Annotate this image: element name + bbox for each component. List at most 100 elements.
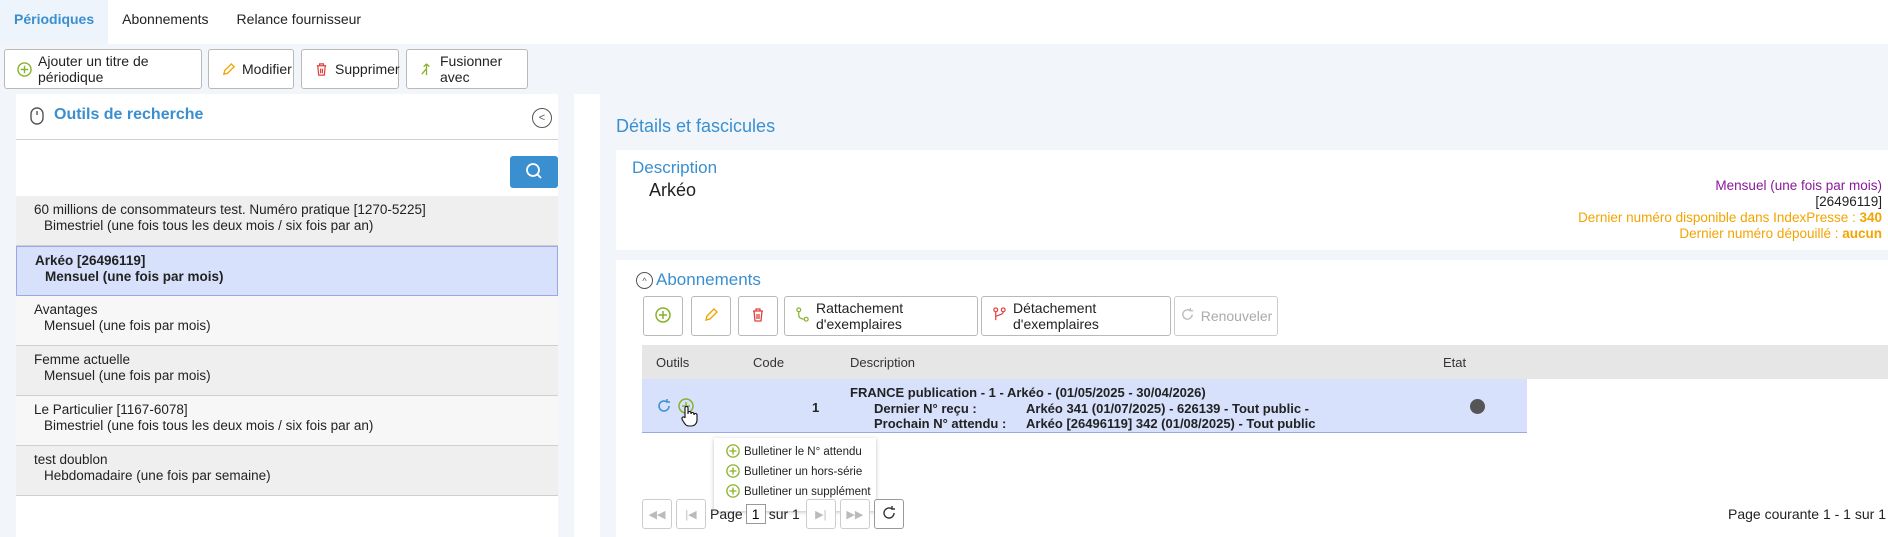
state-indicator <box>1470 399 1485 414</box>
list-item-title: Arkéo [26496119] <box>35 253 146 268</box>
last-received-key: Dernier N° reçu : <box>874 400 977 416</box>
merge-icon <box>419 61 434 77</box>
branch-icon <box>795 307 810 325</box>
first-page-button[interactable]: ◀◀ <box>642 499 672 529</box>
tab-abonnements[interactable]: Abonnements <box>108 0 222 44</box>
list-item-frequency: Bimestriel (une fois tous les deux mois … <box>44 218 374 233</box>
last-received-value: Arkéo 341 (01/07/2025) - 626139 - Tout p… <box>1026 400 1309 416</box>
list-item-frequency: Hebdomadaire (une fois par semaine) <box>44 468 271 483</box>
periodical-name: Arkéo <box>649 180 697 200</box>
search-icon <box>525 162 543 183</box>
attach-copies-label: Rattachement d'exemplaires <box>816 300 904 332</box>
pagination: ◀◀ |◀ Page sur 1 ▶| ▶▶ <box>642 498 908 530</box>
list-item[interactable]: 60 millions de consommateurs test. Numér… <box>16 196 558 246</box>
list-item-title: 60 millions de consommateurs test. Numér… <box>34 202 426 217</box>
plus-circle-icon <box>726 463 740 481</box>
list-item-title: Le Particulier [1167-6078] <box>34 402 188 417</box>
list-item[interactable]: test doublon Hebdomadaire (une fois par … <box>16 446 558 496</box>
search-panel: Outils de recherche < 60 millions de con… <box>0 94 574 537</box>
branch-icon <box>992 307 1007 325</box>
renew-button[interactable]: Renouveler <box>1174 296 1278 336</box>
issn: [26496119] <box>1815 194 1882 209</box>
periodicity: Mensuel (une fois par mois) <box>1715 178 1882 193</box>
menu-item-label: Bulletiner le N° attendu <box>744 446 862 458</box>
col-description: Description <box>850 355 916 370</box>
last-available-value: 340 <box>1859 210 1882 225</box>
row-next-expected: Prochain N° attendu : Arkéo [26496119] 34… <box>850 416 1316 432</box>
pencil-icon <box>221 61 236 77</box>
col-code: Code <box>753 355 785 370</box>
collapse-icon[interactable]: < <box>532 108 552 128</box>
page-info: Page courante 1 - 1 sur 1 <box>1728 506 1886 522</box>
search-panel-body: Outils de recherche < 60 millions de con… <box>16 94 558 537</box>
pencil-icon <box>703 307 719 326</box>
list-item-frequency: Bimestriel (une fois tous les deux mois … <box>44 418 374 433</box>
table-header: Outils Code Description Etat <box>642 345 1888 379</box>
refresh-icon[interactable] <box>656 398 672 417</box>
list-item-title: Femme actuelle <box>34 352 131 367</box>
details-panel: Détails et fascicules Description Arkéo … <box>600 94 1888 537</box>
col-tools: Outils <box>656 355 690 370</box>
plus-circle-icon <box>726 443 740 461</box>
edit-button[interactable]: Modifier <box>208 49 294 89</box>
trash-icon <box>314 61 329 77</box>
description-meta: Mensuel (une fois par mois) [26496119] D… <box>1578 178 1882 242</box>
merge-button[interactable]: Fusionner avec <box>406 49 528 89</box>
refresh-button[interactable] <box>873 499 904 529</box>
mouse-icon <box>30 107 44 128</box>
edit-label: Modifier <box>242 61 292 77</box>
list-item[interactable]: Le Particulier [1167-6078] Bimestriel (u… <box>16 396 558 446</box>
list-item[interactable]: Avantages Mensuel (une fois par mois) <box>16 296 558 346</box>
menu-item-expected-issue[interactable]: Bulletiner le N° attendu <box>714 442 876 462</box>
tab-periodiques[interactable]: Périodiques <box>0 0 109 44</box>
list-item-frequency: Mensuel (une fois par mois) <box>44 368 211 383</box>
menu-item-special-issue[interactable]: Bulletiner un hors-série <box>714 462 876 482</box>
renew-label: Renouveler <box>1200 308 1273 324</box>
refresh-icon <box>1180 307 1195 325</box>
row-desc-line1: FRANCE publication - 1 - Arkéo - (01/05/… <box>850 385 1206 400</box>
list-item-frequency: Mensuel (une fois par mois) <box>45 269 224 284</box>
row-description: FRANCE publication - 1 - Arkéo - (01/05/… <box>850 385 1316 432</box>
subscriptions-card: ^ Abonnements Rattachement d'exemplaires <box>616 260 1888 537</box>
detach-copies-button[interactable]: Détachement d'exemplaires <box>981 296 1171 336</box>
search-button[interactable] <box>510 156 558 188</box>
row-last-received: Dernier N° reçu : Arkéo 341 (01/07/2025) … <box>850 401 1316 417</box>
plus-circle-icon <box>17 61 32 77</box>
list-item-title: Avantages <box>34 302 98 317</box>
description-card: Description Arkéo Mensuel (une fois par … <box>616 150 1888 250</box>
next-page-button[interactable]: ▶| <box>805 499 836 529</box>
next-expected-key: Prochain N° attendu : <box>874 416 1007 431</box>
subscriptions-title: Abonnements <box>656 270 761 289</box>
list-item-title: test doublon <box>34 452 108 467</box>
prev-page-button[interactable]: |◀ <box>676 499 706 529</box>
page-total-label: sur 1 <box>768 506 800 522</box>
col-state: Etat <box>1443 355 1467 370</box>
plus-circle-icon <box>655 306 671 326</box>
menu-item-label: Bulletiner un hors-série <box>744 466 863 478</box>
row-code: 1 <box>812 400 820 415</box>
attach-copies-button[interactable]: Rattachement d'exemplaires <box>784 296 978 336</box>
page-input[interactable] <box>745 504 766 524</box>
table-row[interactable]: 1 FRANCE publication - 1 - Arkéo - (01/0… <box>642 379 1527 433</box>
edit-subscription-button[interactable] <box>691 296 731 336</box>
list-item-selected[interactable]: Arkéo [26496119] Mensuel (une fois par m… <box>16 246 558 296</box>
refresh-icon <box>881 505 897 524</box>
last-processed-label: Dernier numéro dépouillé : <box>1679 226 1843 241</box>
main-toolbar: Ajouter un titre de périodique Modifier … <box>0 44 1888 94</box>
divider <box>16 139 558 140</box>
add-subscription-button[interactable] <box>643 296 683 336</box>
last-processed-value: aucun <box>1842 226 1882 241</box>
hand-cursor-icon <box>680 405 698 430</box>
list-item[interactable]: Femme actuelle Mensuel (une fois par moi… <box>16 346 558 396</box>
next-expected-value: Arkéo [26496119] 342 (01/08/2025) - Tout… <box>1026 416 1316 431</box>
tab-bar: Périodiques Abonnements Relance fourniss… <box>0 0 1888 44</box>
trash-icon <box>750 307 766 326</box>
tab-relance-fournisseur[interactable]: Relance fournisseur <box>223 0 376 44</box>
chevron-up-icon[interactable]: ^ <box>636 272 653 289</box>
delete-button[interactable]: Supprimer <box>301 49 400 89</box>
periodical-list: 60 millions de consommateurs test. Numér… <box>16 196 558 496</box>
last-page-button[interactable]: ▶▶ <box>839 499 870 529</box>
add-periodical-button[interactable]: Ajouter un titre de périodique <box>4 49 202 89</box>
details-title: Détails et fascicules <box>616 116 776 136</box>
delete-subscription-button[interactable] <box>738 296 778 336</box>
